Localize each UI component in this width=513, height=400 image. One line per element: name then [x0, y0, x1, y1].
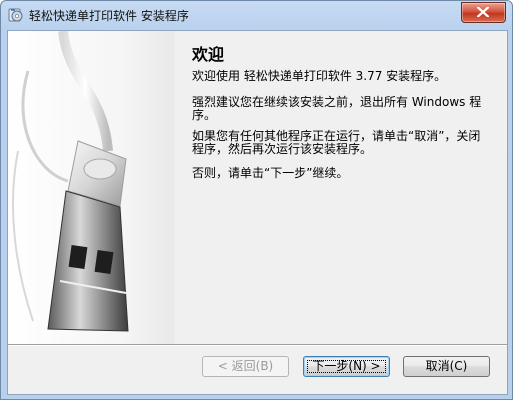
close-button[interactable]: [461, 2, 506, 23]
cancel-button[interactable]: 取消(C): [403, 356, 490, 377]
window-title: 轻松快递单打印软件 安装程序: [29, 9, 189, 23]
installer-window: 轻松快递单打印软件 安装程序 欢迎 欢迎使用 轻松快递单打印软件 3.77 安装…: [0, 0, 513, 400]
divider: [8, 344, 507, 346]
cancel-instruction-text: 如果您有任何其他程序正在运行，请单击“取消”，关闭程序，然后再次运行该安装程序。: [192, 129, 481, 156]
next-button-label: 下一步(N) >: [312, 359, 381, 373]
title-bar[interactable]: 轻松快递单打印软件 安装程序: [1, 1, 512, 30]
close-icon: [477, 7, 489, 17]
welcome-text: 欢迎使用 轻松快递单打印软件 3.77 安装程序。: [192, 69, 447, 83]
welcome-content: 欢迎 欢迎使用 轻松快递单打印软件 3.77 安装程序。 强烈建议您在继续该安装…: [174, 31, 507, 344]
usb-flash-drive-image: [8, 31, 174, 344]
page-title: 欢迎: [192, 45, 225, 64]
next-button[interactable]: 下一步(N) >: [303, 356, 390, 377]
installer-disc-icon: [8, 7, 24, 23]
continue-instruction-text: 否则，请单击“下一步”继续。: [192, 166, 349, 180]
close-programs-text: 强烈建议您在继续该安装之前，退出所有 Windows 程序。: [192, 95, 482, 122]
installer-body: 欢迎 欢迎使用 轻松快递单打印软件 3.77 安装程序。 强烈建议您在继续该安装…: [7, 30, 508, 395]
back-button[interactable]: < 返回(B): [202, 356, 289, 377]
